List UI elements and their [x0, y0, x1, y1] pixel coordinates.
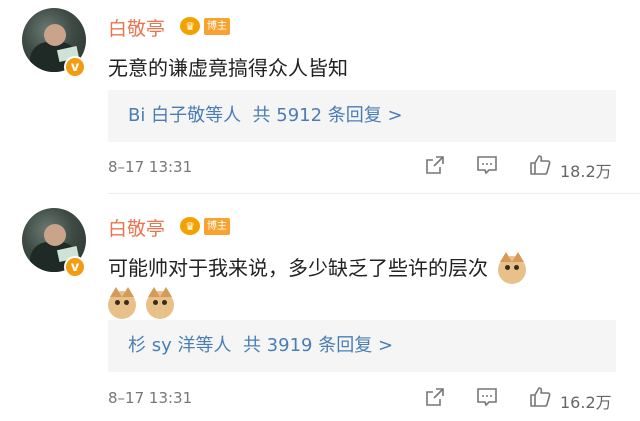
share-icon[interactable] — [424, 386, 446, 408]
verified-badge-icon: v — [64, 56, 86, 78]
cat-emoji-icon — [146, 287, 175, 319]
owner-badge: 博主 — [204, 218, 230, 235]
comment-text: 无意的谦虚竟搞得众人皆知 — [108, 56, 348, 80]
reply-count[interactable]: 共 3919 条回复 — [243, 335, 372, 356]
comment-text: 可能帅对于我来说，多少缺乏了些许的层次 — [108, 251, 608, 319]
timestamp: 8–17 13:31 — [108, 158, 193, 176]
reply-names[interactable]: Bi 白子敬等人 — [128, 105, 241, 126]
like-count: 18.2万 — [560, 162, 612, 181]
like-icon[interactable] — [528, 385, 552, 409]
verified-badge-icon: v — [64, 256, 86, 278]
share-icon[interactable] — [424, 154, 446, 176]
comment-item: v 白敬亭 ♛ 博主 无意的谦虚竟搞得众人皆知 Bi 白子敬等人 共 5912 … — [0, 8, 640, 193]
cat-emoji-icon — [108, 287, 136, 319]
username[interactable]: 白敬亭 — [108, 214, 165, 241]
username[interactable]: 白敬亭 — [108, 14, 165, 41]
chevron-right-icon[interactable]: > — [388, 105, 403, 126]
owner-badge: 博主 — [204, 18, 230, 35]
reply-count[interactable]: 共 5912 条回复 — [253, 105, 382, 126]
crown-icon: ♛ — [180, 17, 200, 35]
replies-summary[interactable]: 杉 sy 洋等人 共 3919 条回复 > — [108, 320, 616, 372]
like-icon[interactable] — [528, 153, 552, 177]
crown-icon: ♛ — [180, 217, 200, 235]
comment-icon[interactable] — [476, 386, 498, 408]
comment-icon[interactable] — [476, 154, 498, 176]
replies-summary[interactable]: Bi 白子敬等人 共 5912 条回复 > — [108, 90, 616, 142]
comment-text-content: 可能帅对于我来说，多少缺乏了些许的层次 — [108, 256, 488, 280]
chevron-right-icon[interactable]: > — [378, 335, 393, 356]
timestamp: 8–17 13:31 — [108, 389, 193, 407]
cat-emoji-icon — [498, 251, 527, 284]
comment-item: v 白敬亭 ♛ 博主 可能帅对于我来说，多少缺乏了些许的层次 杉 sy 洋等人 … — [0, 208, 640, 418]
reply-names[interactable]: 杉 sy 洋等人 — [128, 335, 231, 356]
like-count: 16.2万 — [560, 393, 612, 412]
divider — [108, 193, 640, 194]
